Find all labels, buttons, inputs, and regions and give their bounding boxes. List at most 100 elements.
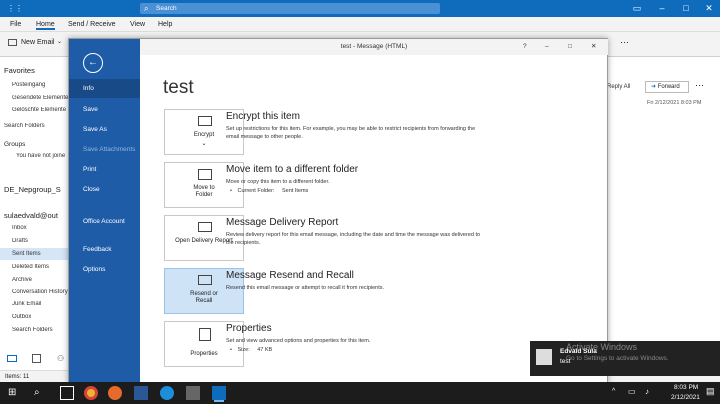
task-view-icon[interactable] — [60, 386, 74, 400]
backstage-sidebar: ← Info Save Save As Save Attachments Pri… — [69, 39, 140, 383]
firefox-icon[interactable] — [108, 386, 122, 400]
network-icon[interactable]: ▭ — [628, 387, 636, 396]
back-button[interactable]: ← — [83, 53, 103, 73]
move-heading: Move item to a different folder — [226, 164, 359, 175]
delivery-report-icon — [198, 222, 212, 232]
resend-recall-description: Resend this email message or attempt to … — [226, 285, 385, 291]
volume-icon[interactable]: ♪ — [645, 387, 649, 396]
account-de-nepgroup[interactable]: DE_Nepgroup_S — [4, 185, 61, 194]
backstage-print[interactable]: Print — [69, 165, 140, 174]
favorites-header[interactable]: Favorites — [4, 66, 35, 75]
forward-button[interactable]: ➜ Forward — [645, 81, 689, 93]
envelope-lock-icon — [198, 116, 212, 126]
dialog-close-button[interactable]: ✕ — [591, 39, 596, 55]
taskbar-time[interactable]: 8:03 PM — [674, 384, 698, 391]
search-box[interactable]: ⌕ Search — [140, 3, 440, 14]
backstage-info[interactable]: Info — [69, 79, 140, 98]
help-button[interactable]: ? — [523, 39, 527, 55]
properties-description: Set and view advanced options and proper… — [226, 338, 371, 344]
move-description: Move or copy this item to a different fo… — [226, 179, 330, 185]
dropdown-icon[interactable]: ⌄ — [57, 38, 62, 45]
folder-inbox[interactable]: Inbox — [12, 225, 27, 231]
new-email-button[interactable]: New Email — [21, 39, 54, 46]
folder-pane: Favorites Posteingang Gesendete Elemente… — [0, 58, 70, 370]
groups-header[interactable]: Groups — [4, 141, 25, 148]
backstage-options[interactable]: Options — [69, 265, 140, 274]
size-label: Size: — [237, 347, 250, 353]
backstage-close[interactable]: Close — [69, 185, 140, 194]
taskbar-date[interactable]: 2/12/2021 — [671, 394, 700, 401]
reading-pane: Reply All ➜ Forward ⋯ Fri 2/12/2021 8:03… — [607, 58, 720, 370]
outlook-icon[interactable] — [212, 386, 226, 400]
outlook-layout-icon[interactable]: ▭ — [628, 0, 646, 17]
outlook-grid-icon[interactable]: ⋮⋮ — [7, 4, 23, 13]
folder-junk-email[interactable]: Junk Email — [12, 301, 41, 307]
encrypt-description: Set up restrictions for this item. For e… — [226, 126, 476, 140]
tab-help[interactable]: Help — [158, 21, 172, 28]
backstage-feedback[interactable]: Feedback — [69, 245, 140, 254]
folder-sent-items[interactable]: Sent Items — [0, 248, 69, 260]
outlook-minimize-button[interactable]: – — [653, 0, 671, 17]
dialog-title: test - Message (HTML) — [340, 43, 408, 50]
folder-drafts[interactable]: Drafts — [12, 238, 28, 244]
search-icon: ⌕ — [144, 4, 149, 13]
message-backstage-dialog: ← Info Save Save As Save Attachments Pri… — [68, 38, 608, 384]
people-icon[interactable]: ⚇ — [57, 354, 64, 363]
backstage-save-as[interactable]: Save As — [69, 125, 140, 134]
tab-view[interactable]: View — [130, 21, 145, 28]
folder-outbox[interactable]: Outbox — [12, 314, 31, 320]
dialog-minimize-button[interactable]: – — [545, 39, 549, 55]
mail-icon[interactable] — [7, 355, 17, 362]
search-folders-fav[interactable]: Search Folders — [4, 123, 45, 129]
new-email-icon — [8, 39, 17, 46]
photo-app-icon[interactable] — [186, 386, 200, 400]
items-count: Items: 11 — [5, 374, 30, 380]
properties-heading: Properties — [226, 323, 272, 334]
folder-move-icon — [198, 169, 212, 180]
more-icon[interactable]: ⋯ — [620, 37, 629, 48]
size-value: 47 KB — [257, 347, 273, 353]
more-actions-icon[interactable]: ⋯ — [695, 80, 704, 91]
fav-item-sent[interactable]: Gesendete Elemente — [12, 95, 68, 101]
backstage-save[interactable]: Save — [69, 105, 140, 114]
tab-file[interactable]: File — [10, 21, 21, 28]
fav-item-deleted[interactable]: Gelöschte Elemente — [12, 107, 66, 113]
chevron-down-icon: ⌄ — [201, 141, 207, 147]
outlook-maximize-button[interactable]: □ — [677, 0, 695, 17]
folder-archive[interactable]: Archive — [12, 277, 32, 283]
folder-deleted-items[interactable]: Deleted Items — [12, 264, 49, 270]
tray-chevron-icon[interactable]: ^ — [612, 388, 615, 395]
dialog-heading: test — [163, 77, 194, 98]
search-icon[interactable]: ⌕ — [34, 386, 48, 400]
notification-center-icon[interactable]: ▤ — [706, 386, 715, 397]
tab-send-receive[interactable]: Send / Receive — [68, 21, 115, 28]
edge-icon[interactable] — [160, 386, 174, 400]
windows-start-icon[interactable]: ⊞ — [8, 386, 22, 400]
current-folder-label: Current Folder: — [237, 188, 275, 194]
activate-windows-title: Activate Windows — [566, 342, 638, 352]
backstage-save-attachments: Save Attachments — [83, 146, 136, 153]
outlook-close-button[interactable]: ✕ — [700, 0, 718, 17]
chrome-icon[interactable] — [84, 386, 98, 400]
folder-search-folders[interactable]: Search Folders — [12, 327, 53, 333]
calendar-icon[interactable] — [32, 354, 41, 363]
envelope-recall-icon — [198, 275, 212, 285]
reply-all-button[interactable]: Reply All — [607, 84, 630, 90]
current-folder-value: Sent Items — [282, 188, 309, 194]
properties-icon — [199, 328, 211, 341]
resend-recall-heading: Message Resend and Recall — [226, 270, 354, 281]
dialog-titlebar: test - Message (HTML) ? – □ ✕ — [140, 39, 608, 55]
folder-conversation-history[interactable]: Conversation History — [12, 289, 68, 295]
backstage-office-account[interactable]: Office Account — [83, 217, 127, 226]
outlook-titlebar: ⋮⋮ ⌕ Search – □ ✕ ▭ — [0, 0, 720, 17]
size-row: • Size: 47 KB — [230, 346, 490, 354]
word-icon[interactable] — [134, 386, 148, 400]
encrypt-heading: Encrypt this item — [226, 111, 300, 122]
account-sulaedvald[interactable]: sulaedvald@out — [4, 211, 58, 220]
bullet-icon: • — [230, 347, 232, 353]
tab-home[interactable]: Home — [36, 21, 55, 30]
outlook-tab-bar: File Home Send / Receive View Help — [0, 17, 720, 32]
fav-item-posteingang[interactable]: Posteingang — [12, 82, 45, 88]
forward-arrow-icon: ➜ — [651, 84, 657, 90]
dialog-maximize-button[interactable]: □ — [568, 39, 572, 55]
